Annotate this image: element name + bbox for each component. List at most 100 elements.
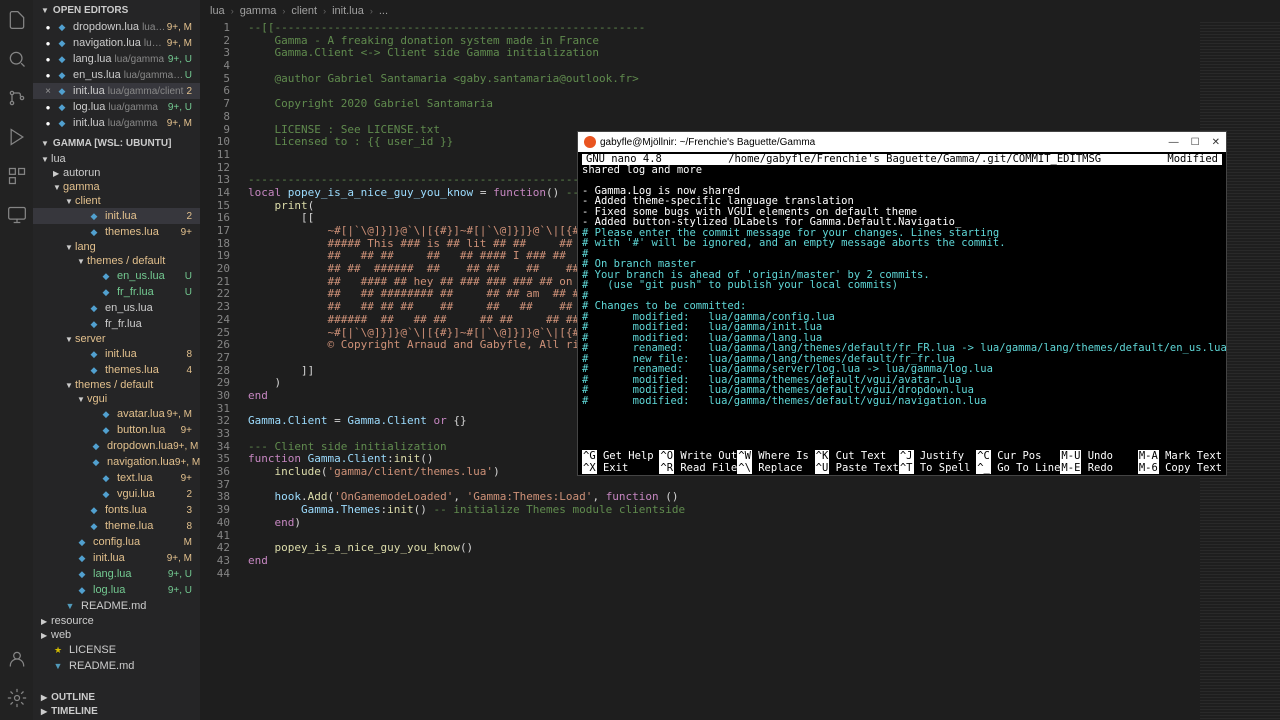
lua-icon: ◆ [87,225,101,239]
lua-icon: ◆ [99,423,113,437]
nano-shortcut: M-U Undo [1060,450,1137,462]
item-name: gamma [63,181,100,193]
item-name: fonts.lua [105,504,147,516]
open-editor-item[interactable]: ●◆dropdown.lualua/gamm...9+, M [33,19,200,35]
remote-icon[interactable] [5,203,29,227]
item-name: themes / default [87,255,165,267]
file-item[interactable]: ◆button.lua9+ [33,422,200,438]
nano-shortcut: ^C Cur Pos [976,450,1060,462]
breadcrumb-segment[interactable]: client [291,5,317,17]
nano-shortcuts: ^G Get Help^O Write Out^W Where Is^K Cut… [582,450,1222,474]
open-editor-item[interactable]: ●◆log.lualua/gamma9+, U [33,99,200,115]
close-icon[interactable]: ✕ [1212,137,1220,148]
item-name: themes / default [75,379,153,391]
files-icon[interactable] [5,8,29,32]
file-item[interactable]: ▼README.md [33,598,200,614]
git-badge: 9+, U [168,569,196,580]
extensions-icon[interactable] [5,164,29,188]
file-item[interactable]: ◆init.lua8 [33,346,200,362]
folder-item[interactable]: ▼themes / default [33,378,200,392]
folder-item[interactable]: ▶autorun [33,166,200,180]
workspace-header[interactable]: ▼GAMMA [WSL: UBUNTU] [33,135,200,152]
file-item[interactable]: ◆vgui.lua2 [33,486,200,502]
nano-shortcut: M-6 Copy Text [1138,462,1222,474]
timeline-header[interactable]: ▶TIMELINE [33,703,200,720]
file-path: lua/gamma/client [108,86,187,97]
file-item[interactable]: ◆fr_fr.lua [33,316,200,332]
open-editor-item[interactable]: ●◆lang.lualua/gamma9+, U [33,51,200,67]
source-control-icon[interactable] [5,86,29,110]
file-item[interactable]: ◆init.lua9+, M [33,550,200,566]
file-item[interactable]: ◆log.lua9+, U [33,582,200,598]
file-item[interactable]: ◆en_us.luaU [33,268,200,284]
file-name: log.lua [73,101,105,113]
dirty-dot-icon[interactable]: ● [41,39,55,48]
item-name: init.lua [105,348,137,360]
breadcrumb-segment[interactable]: gamma [240,5,277,17]
debug-icon[interactable] [5,125,29,149]
file-item[interactable]: ★LICENSE [33,642,200,658]
dirty-dot-icon[interactable]: ● [41,119,55,128]
file-item[interactable]: ◆avatar.lua9+, M [33,406,200,422]
open-editor-item[interactable]: ●◆navigation.lualua/gam...9+, M [33,35,200,51]
folder-item[interactable]: ▼themes / default [33,254,200,268]
lic-icon: ★ [51,643,65,657]
breadcrumb-segment[interactable]: lua [210,5,225,17]
file-item[interactable]: ◆en_us.lua [33,300,200,316]
folder-item[interactable]: ▶web [33,628,200,642]
breadcrumb[interactable]: lua›gamma›client›init.lua›... [200,0,398,22]
file-item[interactable]: ◆navigation.lua9+, M [33,454,200,470]
dirty-dot-icon[interactable]: ● [41,103,55,112]
folder-item[interactable]: ▶resource [33,614,200,628]
nano-version: GNU nano 4.8 [586,154,662,165]
file-item[interactable]: ◆themes.lua4 [33,362,200,378]
open-editor-item[interactable]: ●◆init.lualua/gamma9+, M [33,115,200,131]
file-item[interactable]: ◆text.lua9+ [33,470,200,486]
file-item[interactable]: ◆lang.lua9+, U [33,566,200,582]
file-path: lua/gamma [108,118,167,129]
file-name: init.lua [73,117,105,129]
folder-item[interactable]: ▼server [33,332,200,346]
nano-shortcut: ^K Cut Text [815,450,899,462]
item-name: lang [75,241,96,253]
file-item[interactable]: ▼README.md [33,658,200,674]
file-item[interactable]: ◆theme.lua8 [33,518,200,534]
ubuntu-icon [584,136,596,148]
nano-shortcut: M-A Mark Text [1138,450,1222,462]
item-name: theme.lua [105,520,153,532]
open-editors-header[interactable]: ▼OPEN EDITORS [33,2,200,19]
file-item[interactable]: ◆init.lua2 [33,208,200,224]
open-editor-item[interactable]: ●◆en_us.lualua/gamma/lang/th...U [33,67,200,83]
lua-icon: ◆ [75,567,89,581]
breadcrumb-segment[interactable]: ... [379,5,388,17]
file-item[interactable]: ◆fr_fr.luaU [33,284,200,300]
close-icon[interactable]: × [41,86,55,97]
open-editor-item[interactable]: ×◆init.lualua/gamma/client2 [33,83,200,99]
terminal-body[interactable]: GNU nano 4.8 /home/gabyfle/Frenchie's Ba… [578,152,1226,408]
folder-item[interactable]: ▼lang [33,240,200,254]
breadcrumb-segment[interactable]: init.lua [332,5,364,17]
folder-item[interactable]: ▼vgui [33,392,200,406]
maximize-icon[interactable]: ☐ [1191,137,1200,148]
git-badge: 8 [186,521,196,532]
folder-item[interactable]: ▼lua [33,152,200,166]
file-item[interactable]: ◆config.luaM [33,534,200,550]
file-item[interactable]: ◆dropdown.lua9+, M [33,438,200,454]
folder-item[interactable]: ▼client [33,194,200,208]
git-badge: 9+, M [167,38,196,49]
lua-icon: ◆ [87,503,101,517]
file-item[interactable]: ◆themes.lua9+ [33,224,200,240]
file-item[interactable]: ◆fonts.lua3 [33,502,200,518]
terminal-titlebar[interactable]: gabyfle@Mjöllnir: ~/Frenchie's Baguette/… [578,132,1226,152]
folder-item[interactable]: ▼gamma [33,180,200,194]
account-icon[interactable] [5,647,29,671]
dirty-dot-icon[interactable]: ● [41,55,55,64]
lua-icon: ◆ [99,471,113,485]
dirty-dot-icon[interactable]: ● [41,23,55,32]
gear-icon[interactable] [5,686,29,710]
minimize-icon[interactable]: — [1169,137,1179,148]
md-icon: ▼ [51,659,65,673]
chevron-right-icon: › [323,6,326,16]
dirty-dot-icon[interactable]: ● [41,71,55,80]
search-icon[interactable] [5,47,29,71]
